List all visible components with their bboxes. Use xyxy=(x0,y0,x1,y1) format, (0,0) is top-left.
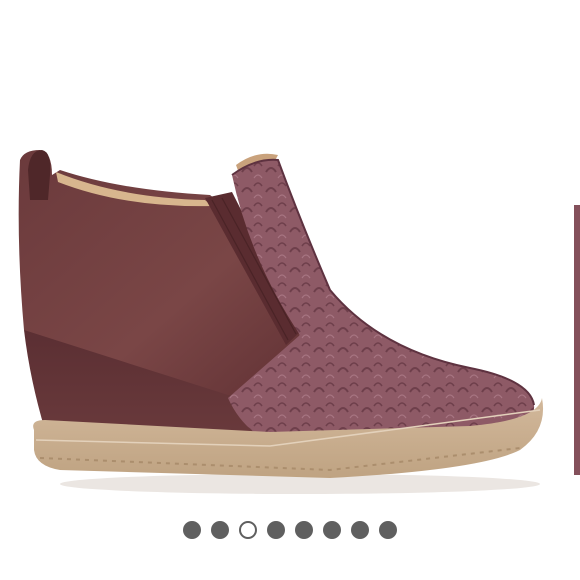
product-image-next-peek[interactable] xyxy=(574,205,580,475)
product-image-current[interactable] xyxy=(0,0,572,510)
pagination-dot[interactable] xyxy=(183,521,201,539)
pagination-dot[interactable] xyxy=(379,521,397,539)
carousel-pagination xyxy=(0,519,580,541)
pagination-dot[interactable] xyxy=(295,521,313,539)
pagination-dot[interactable] xyxy=(267,521,285,539)
next-image-edge xyxy=(574,205,580,475)
bootie-illustration xyxy=(18,150,544,494)
pagination-dot-active[interactable] xyxy=(239,521,257,539)
pagination-dot[interactable] xyxy=(323,521,341,539)
product-image-carousel[interactable] xyxy=(0,0,580,580)
pagination-dot[interactable] xyxy=(351,521,369,539)
pagination-dot[interactable] xyxy=(211,521,229,539)
